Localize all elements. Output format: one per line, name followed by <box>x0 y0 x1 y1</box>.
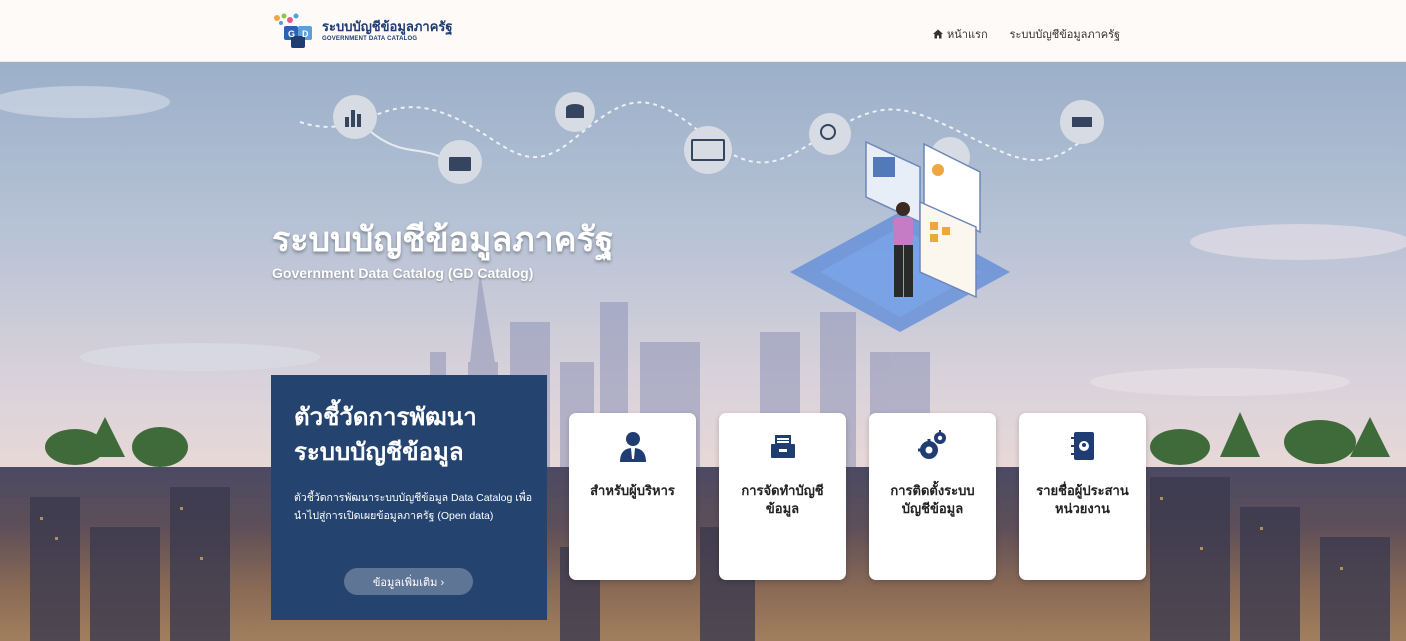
card-system-installation[interactable]: การติดตั้งระบบบัญชีข้อมูล <box>869 413 996 580</box>
panel-description: ตัวชี้วัดการพัฒนาระบบบัญชีข้อมูล Data Ca… <box>294 492 533 522</box>
gears-icon <box>917 430 946 459</box>
hero-banner: ระบบบัญชีข้อมูลภาครัฐ Government Data Ca… <box>0 62 1406 641</box>
panel-title: ตัวชี้วัดการพัฒนา ระบบบัญชีข้อมูล <box>294 404 477 466</box>
nav-home-label: หน้าแรก <box>947 29 988 41</box>
card-coordinator-list-label: รายชื่อผู้ประสานหน่วยงาน <box>1036 483 1129 516</box>
city-skyline-photo <box>0 467 1406 641</box>
nav-catalog-label: ระบบบัญชีข้อมูลภาครัฐ <box>1009 29 1121 41</box>
file-cabinet-icon <box>770 435 795 458</box>
indicator-panel: ตัวชี้วัดการพัฒนา ระบบบัญชีข้อมูล ตัวชี้… <box>271 375 547 620</box>
card-coordinator-list[interactable]: รายชื่อผู้ประสานหน่วยงาน <box>1019 413 1146 580</box>
manager-icon <box>619 432 646 462</box>
top-nav: หน้าแรก ระบบบัญชีข้อมูลภาครัฐ <box>933 25 1120 43</box>
site-logo[interactable]: G D ระบบบัญชีข้อมูลภาครัฐ GOVERNMENT DAT… <box>270 12 453 50</box>
logo-subtitle: GOVERNMENT DATA CATALOG <box>322 36 418 42</box>
nav-catalog-link[interactable]: ระบบบัญชีข้อมูลภาครัฐ <box>1010 25 1120 43</box>
hero-subtitle: Government Data Catalog (GD Catalog) <box>272 265 534 281</box>
card-system-installation-label: การติดตั้งระบบบัญชีข้อมูล <box>890 483 975 516</box>
svg-text:D: D <box>302 29 309 39</box>
card-catalog-creation[interactable]: การจัดทำบัญชีข้อมูล <box>719 413 846 580</box>
hero-title: ระบบบัญชีข้อมูลภาครัฐ <box>272 221 614 259</box>
svg-text:G: G <box>288 29 295 39</box>
card-executives-label: สำหรับผู้บริหาร <box>590 483 675 498</box>
logo-title: ระบบบัญชีข้อมูลภาครัฐ <box>322 19 453 34</box>
gd-logo-icon: G D <box>274 13 312 48</box>
card-executives[interactable]: สำหรับผู้บริหาร <box>569 413 696 580</box>
card-catalog-creation-label: การจัดทำบัญชีข้อมูล <box>741 483 824 516</box>
more-info-button[interactable]: ข้อมูลเพิ่มเติม › <box>344 568 473 595</box>
site-header: G D ระบบบัญชีข้อมูลภาครัฐ GOVERNMENT DAT… <box>0 0 1406 62</box>
contact-book-icon <box>1070 432 1094 460</box>
home-icon <box>933 29 943 39</box>
nav-home-link[interactable]: หน้าแรก <box>933 25 988 43</box>
